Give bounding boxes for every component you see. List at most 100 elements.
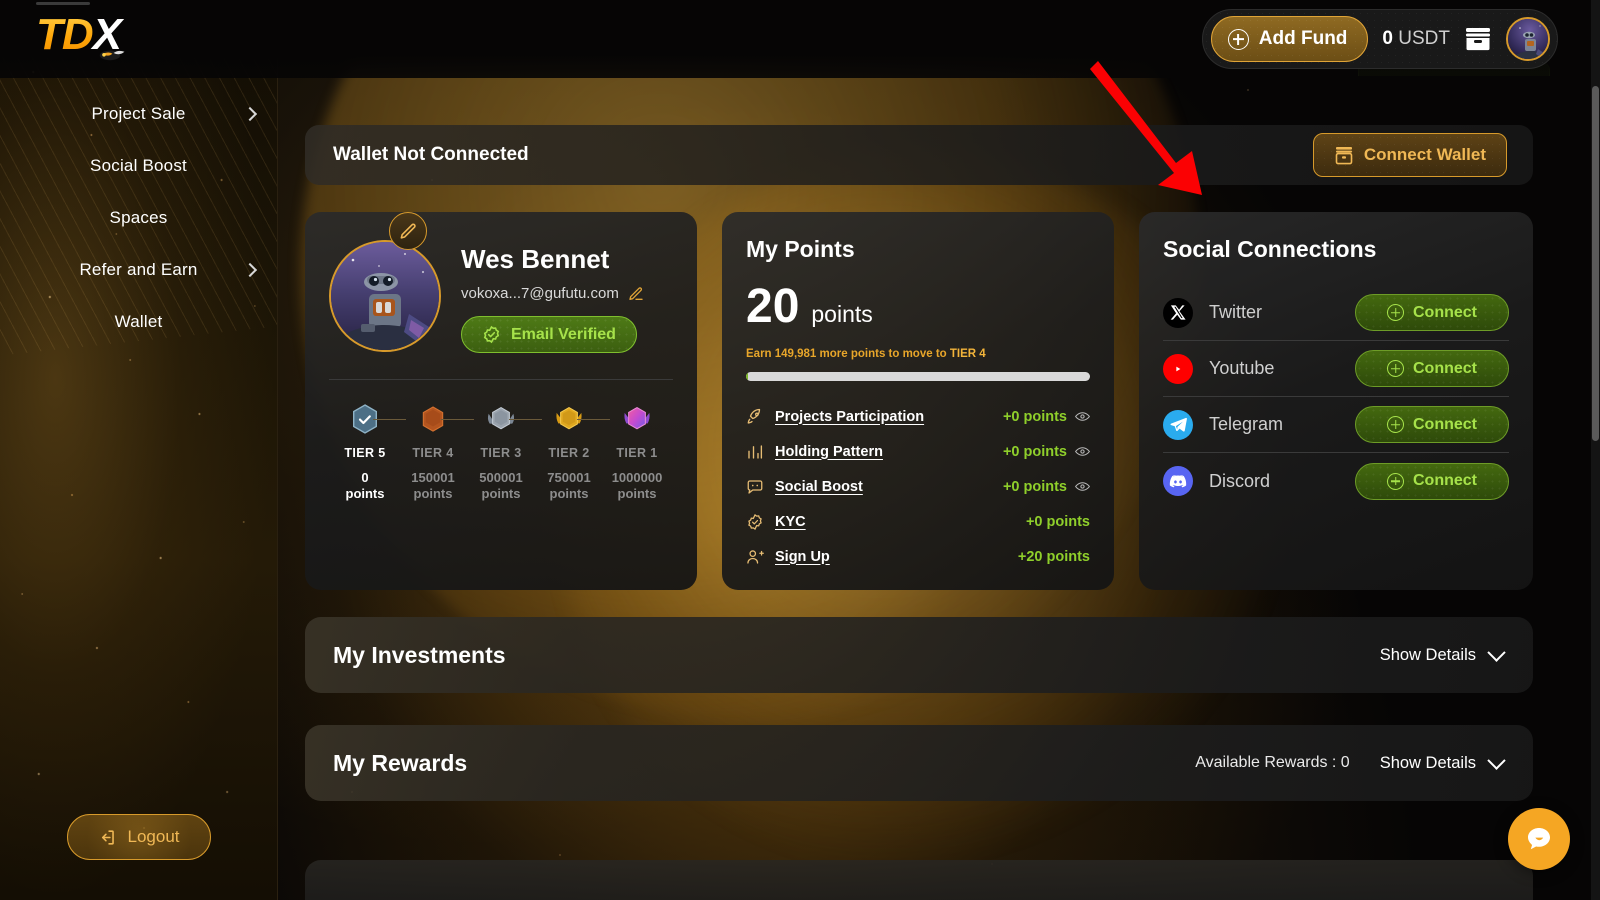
- connect-label: Connect: [1413, 472, 1477, 489]
- telegram-icon: [1163, 409, 1193, 440]
- points-value: 20: [746, 280, 800, 333]
- sidebar-item-wallet[interactable]: Wallet: [0, 296, 277, 348]
- points-row: Sign Up +20 points: [746, 539, 1090, 574]
- app-logo[interactable]: TD X: [36, 10, 125, 61]
- wallet-status-bar: Wallet Not Connected Connect Wallet: [305, 125, 1533, 185]
- sidebar-item-label: Social Boost: [90, 156, 187, 175]
- twitter-x-glyph: [1170, 305, 1186, 320]
- my-investments-section[interactable]: My Investments Show Details: [305, 617, 1533, 693]
- eye-icon[interactable]: [1075, 411, 1090, 422]
- tier-item-4[interactable]: TIER 4 150001 points: [399, 402, 474, 503]
- tier-name: TIER 5: [344, 446, 386, 460]
- points-row-label[interactable]: KYC: [775, 514, 806, 530]
- youtube-icon: [1163, 353, 1193, 384]
- points-row-value-group: +0 points: [1026, 514, 1090, 530]
- social-row-telegram: Telegram Connect: [1163, 397, 1509, 453]
- points-row-label[interactable]: Sign Up: [775, 549, 830, 565]
- youtube-glyph: [1176, 366, 1181, 371]
- chat-support-button[interactable]: [1508, 808, 1570, 870]
- logo-td-text: TD: [36, 10, 94, 59]
- show-details-label: Show Details: [1379, 645, 1476, 664]
- divider: [329, 379, 673, 380]
- connect-button-youtube[interactable]: Connect: [1355, 350, 1509, 387]
- eye-icon[interactable]: [1075, 446, 1090, 457]
- my-rewards-title: My Rewards: [333, 749, 468, 776]
- points-breakdown-list: Projects Participation +0 points Holding…: [746, 399, 1090, 574]
- points-row-value-group: +20 points: [1018, 549, 1090, 565]
- tier-item-1[interactable]: TIER 1 1000000 points: [603, 402, 671, 503]
- connect-wallet-label: Connect Wallet: [1363, 145, 1486, 164]
- tier-progress-fill: [746, 372, 749, 381]
- my-rewards-actions: Available Rewards : 0 Show Details: [1195, 750, 1506, 773]
- balance-display: 0 USDT: [1382, 28, 1450, 50]
- main-content: Wallet Not Connected Connect Wallet Wes …: [278, 0, 1600, 900]
- connect-wallet-button[interactable]: Connect Wallet: [1312, 133, 1507, 177]
- page-scrollbar-thumb[interactable]: [1592, 86, 1599, 441]
- edit-avatar-button[interactable]: [389, 212, 427, 250]
- points-row-value-group: +0 points: [1003, 409, 1090, 425]
- my-investments-actions: Show Details: [1379, 642, 1506, 665]
- rocket-icon: [747, 408, 761, 424]
- connect-button-twitter[interactable]: Connect: [1355, 294, 1509, 331]
- points-row-label[interactable]: Holding Pattern: [775, 444, 883, 460]
- tier-badge: [603, 402, 671, 436]
- connect-button-discord[interactable]: Connect: [1355, 462, 1509, 500]
- points-row: Projects Participation +0 points: [746, 399, 1090, 434]
- my-rewards-section[interactable]: My Rewards Available Rewards : 0 Show De…: [305, 725, 1533, 801]
- show-details-investments-button[interactable]: Show Details: [1379, 642, 1506, 665]
- tier-name: TIER 3: [480, 446, 522, 460]
- social-name: Telegram: [1209, 414, 1284, 434]
- sidebar-item-social-boost[interactable]: Social Boost: [0, 140, 277, 192]
- header-actions: Add Fund 0 USDT: [1201, 9, 1558, 69]
- logout-label: Logout: [127, 827, 180, 846]
- edit-email-icon[interactable]: [628, 286, 644, 302]
- my-investments-title: My Investments: [333, 641, 506, 668]
- tier-item-3[interactable]: TIER 3 500001 points: [467, 402, 542, 503]
- chevron-right-icon: [242, 106, 258, 122]
- social-name: Twitter: [1209, 302, 1263, 322]
- tier-points-value: 500001: [479, 470, 523, 485]
- tier-item-5[interactable]: TIER 5 0 points: [331, 402, 406, 503]
- points-row: Social Boost +0 points: [746, 469, 1090, 504]
- sidebar-item-label: Wallet: [114, 312, 163, 331]
- tier-progress-bar: [746, 372, 1090, 381]
- points-row-label[interactable]: Projects Participation: [775, 409, 924, 425]
- social-row-discord: Discord Connect: [1163, 453, 1509, 509]
- eye-icon[interactable]: [1075, 481, 1090, 492]
- tier-points-unit: points: [413, 486, 453, 502]
- tier-points-unit: points: [549, 486, 589, 502]
- user-avatar-header[interactable]: [1506, 17, 1550, 61]
- pencil-icon: [400, 223, 416, 239]
- tier-points: 1000000 points: [603, 470, 671, 503]
- connect-button-telegram[interactable]: Connect: [1355, 406, 1509, 443]
- discord-icon: [1163, 466, 1193, 496]
- tier-points: 500001 points: [467, 470, 535, 503]
- chevron-down-icon: [1487, 750, 1506, 770]
- app-root: Project Sale Social Boost Spaces Refer a…: [0, 0, 1600, 900]
- sidebar-item-project-sale[interactable]: Project Sale: [0, 88, 277, 140]
- sidebar-item-spaces[interactable]: Spaces: [0, 192, 277, 244]
- connect-label: Connect: [1413, 359, 1477, 377]
- add-fund-button[interactable]: Add Fund: [1210, 16, 1369, 62]
- social-row-twitter: Twitter Connect: [1163, 285, 1509, 341]
- avatar-image: [331, 242, 439, 350]
- my-points-title: My Points: [746, 236, 855, 262]
- profile-card: Wes Bennet vokoxa...7@gufutu.com Email V…: [305, 212, 697, 590]
- sidebar-item-refer-and-earn[interactable]: Refer and Earn: [0, 244, 277, 296]
- profile-email-text: vokoxa...7@gufutu.com: [461, 285, 619, 302]
- my-points-card: My Points 20 points Earn 149,981 more po…: [722, 212, 1114, 590]
- tier-progress: TIER 5 0 points TIER 4 150001 points TIE…: [329, 402, 673, 503]
- bar-chart-icon: [748, 444, 763, 459]
- logout-button[interactable]: Logout: [66, 814, 211, 860]
- tier-points-unit: points: [617, 486, 657, 502]
- wallet-icon[interactable]: [1464, 27, 1492, 51]
- show-details-rewards-button[interactable]: Show Details: [1380, 750, 1506, 773]
- tier-points-unit: points: [481, 486, 521, 502]
- logout-container: Logout: [0, 814, 277, 860]
- chevron-down-icon: [1487, 642, 1506, 662]
- tier-item-2[interactable]: TIER 2 750001 points: [535, 402, 610, 503]
- wallet-status-text: Wallet Not Connected: [333, 144, 529, 165]
- social-row-youtube: Youtube Connect: [1163, 341, 1509, 397]
- points-row-label[interactable]: Social Boost: [775, 479, 863, 495]
- profile-avatar[interactable]: [329, 240, 441, 352]
